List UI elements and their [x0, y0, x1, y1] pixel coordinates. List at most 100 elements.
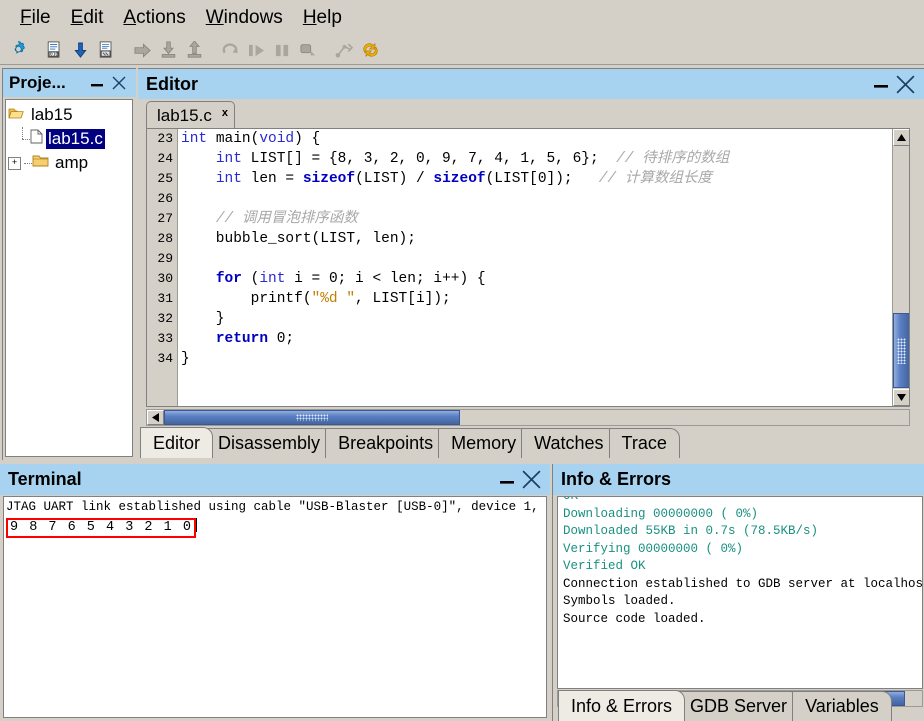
scroll-up-button[interactable] [893, 129, 909, 146]
code-token: int [215, 151, 242, 167]
tab-watches[interactable]: Watches [521, 428, 617, 458]
code-token: LIST[] = {8, 3, 2, 0, 9, 7, 4, 1, 5, 6}; [241, 151, 617, 167]
info-log-line: Source code loaded. [563, 611, 706, 626]
menu-windows[interactable]: Windows [196, 5, 293, 31]
code-line[interactable]: // 调用冒泡排序函数 [181, 209, 892, 229]
stop-icon [296, 38, 320, 62]
code-token: void [259, 131, 295, 147]
code-token: } [181, 351, 190, 367]
tab-disassembly[interactable]: Disassembly [205, 428, 334, 458]
code-line[interactable] [181, 249, 892, 269]
tab-variables[interactable]: Variables [792, 691, 892, 721]
vertical-scrollbar-thumb[interactable] [893, 313, 909, 388]
editor-panel-titlebar: Editor [138, 69, 924, 99]
code-text[interactable]: int main(void) { int LIST[] = {8, 3, 2, … [181, 129, 892, 369]
expand-amp-button[interactable]: + [8, 156, 21, 170]
code-line[interactable]: int main(void) { [181, 129, 892, 149]
close-icon[interactable]: x [222, 107, 228, 119]
tree-node-lab15[interactable]: lab15 [8, 103, 130, 127]
scrollbar-grip [296, 414, 328, 421]
terminal-panel-titlebar: Terminal [0, 464, 550, 495]
tab-memory[interactable]: Memory [438, 428, 530, 458]
menu-file[interactable]: File [10, 5, 61, 31]
info-panel-titlebar: Info & Errors [553, 464, 924, 495]
line-number: 33 [157, 331, 173, 346]
download-icon[interactable] [68, 38, 92, 62]
pause-icon [270, 38, 294, 62]
terminal-highlighted-output-row: 9 8 7 6 5 4 3 2 1 0 [6, 518, 544, 538]
editor-horizontal-scrollbar[interactable] [146, 409, 910, 426]
project-close-button[interactable] [108, 73, 130, 93]
line-number-gutter: 23 24 25 26 27 28 29 30 31 32 33 34 [147, 129, 178, 406]
code-token: 0; [268, 331, 295, 347]
tab-breakpoints[interactable]: Breakpoints [325, 428, 447, 458]
editor-panel: Editor lab15.c x 23 24 25 26 27 28 29 30 31 32 33 3… [138, 68, 924, 460]
tab-label: Breakpoints [338, 433, 434, 453]
editor-close-button[interactable] [892, 74, 918, 94]
tab-editor[interactable]: Editor [140, 427, 214, 458]
info-errors-log[interactable]: OK Downloading 00000000 ( 0%) Downloaded 5… [557, 496, 923, 689]
refresh-icon[interactable] [358, 38, 382, 62]
svg-text:010: 010 [50, 52, 58, 58]
code-line[interactable]: } [181, 349, 892, 369]
code-token: "%d " [311, 291, 356, 307]
code-token: return [215, 331, 269, 347]
info-log-line: Downloading 00000000 ( 0%) [563, 506, 759, 521]
tab-trace[interactable]: Trace [608, 428, 680, 458]
gear-icon[interactable] [6, 38, 30, 62]
code-token: printf( [181, 291, 312, 307]
terminal-minimize-button[interactable] [496, 470, 518, 490]
tab-gdb-server[interactable]: GDB Server [677, 691, 801, 721]
scroll-down-button[interactable] [893, 389, 909, 406]
tree-node-amp[interactable]: + amp [8, 151, 130, 175]
tab-info-errors[interactable]: Info & Errors [558, 690, 686, 721]
code-line[interactable]: int len = sizeof(LIST) / sizeof(LIST[0])… [181, 169, 892, 189]
step-over-icon [182, 38, 206, 62]
line-number: 32 [157, 311, 173, 326]
code-token: bubble_sort(LIST, len); [181, 231, 416, 247]
tab-label: Trace [621, 433, 667, 453]
editor-vertical-scrollbar[interactable] [892, 129, 909, 406]
horizontal-scrollbar-thumb[interactable] [164, 410, 460, 425]
line-number: 23 [157, 131, 173, 146]
file-tab-lab15-c[interactable]: lab15.c x [146, 101, 235, 129]
program-device-icon[interactable] [94, 38, 118, 62]
code-editor[interactable]: 23 24 25 26 27 28 29 30 31 32 33 34 int main(void) … [146, 128, 910, 407]
menu-help[interactable]: Help [293, 5, 352, 31]
code-line[interactable]: } [181, 309, 892, 329]
tree-node-lab15-c-label: lab15.c [46, 129, 105, 149]
code-line[interactable]: int LIST[] = {8, 3, 2, 0, 9, 7, 4, 1, 5,… [181, 149, 892, 169]
restart-icon [218, 38, 242, 62]
code-line[interactable] [181, 189, 892, 209]
terminal-output[interactable]: JTAG UART link established using cable "… [3, 496, 547, 718]
code-line[interactable]: return 0; [181, 329, 892, 349]
toolbar: 010 [0, 36, 924, 65]
compile-file-icon[interactable]: 010 [42, 38, 66, 62]
terminal-close-button[interactable] [518, 470, 544, 490]
editor-minimize-button[interactable] [870, 74, 892, 94]
menu-edit[interactable]: Edit [61, 5, 114, 31]
open-folder-icon [8, 105, 25, 125]
code-line[interactable]: printf("%d ", LIST[i]); [181, 289, 892, 309]
code-token: for [215, 271, 242, 287]
tree-node-lab15-c[interactable]: lab15.c [8, 127, 130, 151]
tab-label: Watches [534, 433, 604, 453]
menu-actions[interactable]: Actions [113, 5, 195, 31]
info-log-line: Verifying 00000000 ( 0%) [563, 541, 744, 556]
info-errors-panel: Info & Errors OK Downloading 00000000 ( 0… [552, 464, 924, 721]
tab-label: GDB Server [690, 696, 788, 716]
code-token: // 计算数组长度 [598, 171, 712, 187]
code-line[interactable]: bubble_sort(LIST, len); [181, 229, 892, 249]
code-token: main [215, 131, 251, 147]
project-minimize-button[interactable] [86, 73, 108, 93]
code-line[interactable]: for (int i = 0; i < len; i++) { [181, 269, 892, 289]
code-token: (LIST[0]); [485, 171, 599, 187]
scroll-left-button[interactable] [147, 410, 164, 425]
project-tree[interactable]: lab15 lab15.c + amp [5, 99, 133, 457]
project-panel-titlebar: Proje... [3, 69, 136, 97]
